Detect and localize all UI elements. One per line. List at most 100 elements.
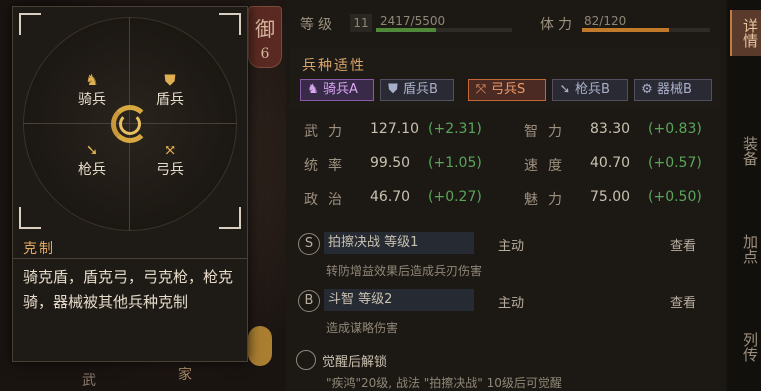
- corner-ornament: [219, 207, 241, 229]
- stat-key: 魅力: [524, 192, 572, 208]
- stat-value: 46.70: [370, 189, 411, 205]
- stat-key: 政治: [304, 192, 352, 208]
- spear-icon: ➘: [85, 141, 99, 159]
- level-value: 11: [350, 14, 372, 32]
- unit-cavalry: ♞ 骑兵: [67, 71, 117, 109]
- attribute-stats: 武力 127.10 (+2.31) 智力 83.30 (+0.83) 统率 99…: [290, 118, 720, 218]
- skill-view-link[interactable]: 查看: [670, 235, 696, 254]
- shield-icon: ⛊: [388, 82, 398, 97]
- stat-delta: (+0.57): [648, 155, 702, 171]
- tab-equipment[interactable]: 装备: [730, 128, 761, 174]
- stat-speed: 速度 40.70 (+0.57): [510, 152, 720, 176]
- affinity-title: 兵种适性: [302, 58, 366, 74]
- skill-type: 主动: [498, 296, 525, 311]
- stat-delta: (+1.05): [428, 155, 482, 171]
- level-label: 等级: [300, 17, 336, 33]
- bow-icon: ⤧: [163, 141, 177, 159]
- skill-grade-badge: S: [298, 233, 320, 255]
- bow-icon: ⤧: [475, 82, 487, 97]
- skill-row-s: S 拍擦决战 等级1 主动 查看: [290, 230, 720, 260]
- machine-icon: ⚙: [641, 82, 653, 97]
- seal-number: 6: [260, 46, 270, 62]
- troop-affinity-section: 兵种适性 ♞ 骑兵A ⛊ 盾兵B ⤧ 弓兵S ➘ 枪兵B ⚙ 器械B: [290, 47, 720, 107]
- rank-seal: 御 6: [248, 6, 282, 68]
- stat-value: 99.50: [370, 155, 411, 171]
- level-stamina-row: 等级 11 2417/5500 体力 82/120: [300, 12, 720, 34]
- tab-attribute-points[interactable]: 加点: [730, 226, 761, 272]
- stat-value: 127.10: [370, 121, 419, 137]
- affinity-tag-shield[interactable]: ⛊ 盾兵B: [380, 79, 454, 101]
- skill-row-b: B 斗智 等级2 主动 查看: [290, 287, 720, 317]
- affinity-tag-label: 枪兵B: [575, 82, 610, 97]
- unit-label: 弓兵: [156, 162, 184, 178]
- tooltip-heading: 克制: [13, 233, 247, 259]
- tab-biography[interactable]: 列传: [730, 324, 761, 370]
- exp-fill: [376, 28, 436, 32]
- corner-ornament: [19, 13, 41, 35]
- stat-delta: (+0.27): [428, 189, 482, 205]
- unit-label: 盾兵: [156, 92, 184, 108]
- affinity-tag-spear[interactable]: ➘ 枪兵B: [552, 79, 628, 101]
- exp-text: 2417/5500: [380, 14, 446, 28]
- stamina-fill: [582, 28, 670, 32]
- stat-key: 智力: [524, 124, 572, 140]
- awaken-icon: [296, 350, 316, 370]
- stamina-bar: 82/120: [582, 12, 712, 34]
- stat-delta: (+2.31): [428, 121, 482, 137]
- unit-label: 枪兵: [78, 162, 106, 178]
- skill-desc: 造成谋略伤害: [326, 321, 399, 335]
- awaken-desc: "疾鸿"20级, 战法 "拍擦决战" 10级后可觉醒: [326, 376, 562, 390]
- spear-icon: ➘: [559, 82, 571, 97]
- shield-icon: ⛊: [164, 71, 176, 89]
- exp-bar: 2417/5500: [376, 12, 516, 34]
- horse-icon: ♞: [307, 82, 319, 97]
- skill-name[interactable]: 拍擦决战 等级1: [324, 232, 474, 254]
- bottom-label-b: 家: [178, 367, 192, 383]
- affinity-tag-cavalry[interactable]: ♞ 骑兵A: [300, 79, 374, 101]
- skill-view-link[interactable]: 查看: [670, 292, 696, 311]
- stat-politics: 政治 46.70 (+0.27): [290, 186, 500, 210]
- unit-spear: ➘ 枪兵: [67, 141, 117, 179]
- affinity-tag-label: 盾兵B: [403, 82, 438, 97]
- stat-intellect: 智力 83.30 (+0.83): [510, 118, 720, 142]
- unit-shield: ⛊ 盾兵: [145, 71, 195, 109]
- skill-grade-badge: B: [298, 290, 320, 312]
- corner-ornament: [19, 207, 41, 229]
- stat-key: 武力: [304, 124, 352, 140]
- unit-bow: ⤧ 弓兵: [145, 141, 195, 179]
- awaken-title: 觉醒后解锁: [322, 355, 388, 370]
- stat-value: 83.30: [590, 121, 631, 137]
- side-tab-bar: 详情 装备 加点 列传: [728, 0, 761, 391]
- counter-tooltip: ♞ 骑兵 ⛊ 盾兵 ➘ 枪兵 ⤧ 弓兵 克制 骑克盾，盾克弓，弓克枪，枪克骑，器…: [12, 6, 248, 362]
- tab-details[interactable]: 详情: [730, 10, 761, 56]
- bottom-label-a: 武: [82, 373, 96, 389]
- stat-key: 速度: [524, 158, 572, 174]
- skill-desc: 转防增益效果后造成兵刃伤害: [326, 264, 483, 278]
- skill-name[interactable]: 斗智 等级2: [324, 289, 474, 311]
- stat-force: 武力 127.10 (+2.31): [290, 118, 500, 142]
- corner-ornament: [219, 13, 241, 35]
- stamina-label: 体力: [540, 17, 576, 33]
- affinity-tag-label: 弓兵S: [491, 82, 526, 97]
- awaken-section: 觉醒后解锁 "疾鸿"20级, 战法 "拍擦决战" 10级后可觉醒: [296, 346, 716, 391]
- counter-wheel: ♞ 骑兵 ⛊ 盾兵 ➘ 枪兵 ⤧ 弓兵: [23, 17, 237, 231]
- horse-icon: ♞: [85, 71, 99, 89]
- stat-value: 75.00: [590, 189, 631, 205]
- affinity-tag-bow[interactable]: ⤧ 弓兵S: [468, 79, 546, 101]
- skill-type: 主动: [498, 239, 525, 254]
- stamina-text: 82/120: [584, 14, 627, 28]
- tooltip-body: 骑克盾，盾克弓，弓克枪，枪克骑，器械被其他兵种克制: [23, 268, 234, 311]
- stat-delta: (+0.83): [648, 121, 702, 137]
- affinity-tag-label: 器械B: [657, 82, 692, 97]
- affinity-tag-machine[interactable]: ⚙ 器械B: [634, 79, 712, 101]
- seal-char: 御: [255, 17, 275, 41]
- stat-charm: 魅力 75.00 (+0.50): [510, 186, 720, 210]
- affinity-tag-label: 骑兵A: [323, 82, 358, 97]
- tooltip-heading-text: 克制: [23, 241, 55, 257]
- stat-command: 统率 99.50 (+1.05): [290, 152, 500, 176]
- decorative-orb: [248, 326, 272, 366]
- stat-delta: (+0.50): [648, 189, 702, 205]
- unit-label: 骑兵: [78, 92, 106, 108]
- stat-key: 统率: [304, 158, 352, 174]
- stat-value: 40.70: [590, 155, 631, 171]
